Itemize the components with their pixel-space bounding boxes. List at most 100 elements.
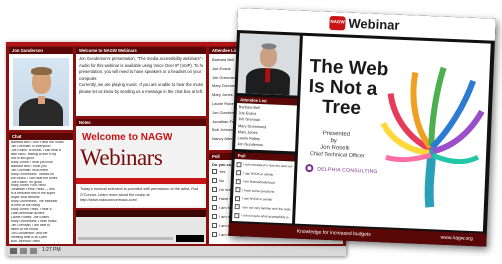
chat-message-text: Jon Gunderson: and the bbox=[11, 231, 48, 235]
chat-message-text: Mary Drummond: I hear music bbox=[11, 220, 57, 224]
poll-checkbox[interactable] bbox=[234, 204, 240, 210]
front-poll-option-text: I am not sure what accessibility is bbox=[241, 213, 289, 220]
attendee-item-text: Laurie Robey bbox=[212, 100, 236, 106]
chat-message-text: meeting time is at 11am bbox=[11, 235, 47, 239]
chat-message: Bob Johnson: hello bbox=[11, 240, 71, 244]
chat-message-text: Barbara Bell: I don't hear the music bbox=[11, 141, 64, 144]
chat-message-text: Jim Grennan: hello there bbox=[11, 168, 49, 172]
mic-icon[interactable] bbox=[10, 248, 17, 254]
poll-checkbox[interactable] bbox=[212, 187, 217, 193]
front-poll-option-text: I have some questions bbox=[242, 187, 275, 194]
chat-message-text: Jonathan Ferris: Hello — this bbox=[11, 188, 55, 192]
presenter-role: Chief Technical Officer bbox=[309, 151, 365, 160]
chat-log[interactable]: Barbara Bell: I don't hear the music Jim … bbox=[9, 140, 73, 244]
nagw-logo-text: NAGW bbox=[330, 18, 345, 25]
poll-checkbox[interactable] bbox=[234, 195, 241, 201]
slides-header: Welcome to NAGW Webinars bbox=[76, 47, 206, 54]
poll-option-text: No bbox=[219, 178, 224, 183]
chat-message-text: listen to the music bbox=[11, 227, 39, 231]
front-attendee-item-text: Jim Grennan bbox=[238, 117, 261, 123]
attendee-item-text: Barbara Bell bbox=[212, 57, 235, 62]
front-presenter-tie bbox=[264, 68, 271, 83]
speaker-icon[interactable] bbox=[20, 248, 27, 254]
music-line-text: O'Connor. Learn more about the music at bbox=[80, 192, 150, 197]
poll-checkbox[interactable] bbox=[212, 223, 217, 229]
company-name: DELPHIA CONSULTING bbox=[317, 166, 378, 175]
intro-line-text: Currently, we are playing music. If you … bbox=[79, 82, 203, 87]
presented-by-2: by bbox=[330, 137, 337, 145]
front-poll-option-text: I use NVDA or similar bbox=[243, 170, 274, 177]
poll-checkbox[interactable] bbox=[212, 205, 217, 211]
chat-message-text: mic is still good' bbox=[11, 156, 35, 160]
intro-text-panel: Jon Gunderson's presentation, "The media… bbox=[76, 54, 206, 116]
media-player bbox=[76, 217, 206, 244]
slide-title-line3: Tree bbox=[321, 96, 362, 120]
front-attendee-item-text: Barbara Bell bbox=[238, 105, 260, 110]
chat-message-text: Barbara Bell: I hear you bbox=[11, 164, 47, 168]
banner-stripe bbox=[76, 178, 206, 184]
chat-message-text: is a tiresome test in the super bbox=[11, 192, 56, 196]
chat-message-text: the music, I can hear the tunes bbox=[11, 176, 58, 180]
attendee-item-text: Mary Jones bbox=[212, 92, 233, 98]
poll-checkbox[interactable] bbox=[234, 212, 240, 218]
intro-line: please let us know by sending us a messa… bbox=[79, 89, 203, 96]
settings-icon[interactable] bbox=[30, 248, 37, 254]
welcome-slide: Welcome to NAGW Webinars Today's musical… bbox=[76, 126, 206, 208]
footer-right: www.nagw.org bbox=[440, 234, 473, 243]
front-poll-option-text: I am interested in how the web works bbox=[243, 162, 293, 169]
front-attendee-item-text: Mary Drummond bbox=[237, 123, 267, 129]
intro-line-text: please let us know by sending us a messa… bbox=[79, 88, 203, 94]
poll-checkbox[interactable] bbox=[236, 161, 242, 167]
front-attendee-item-text: Mary Jones bbox=[237, 129, 258, 135]
poll-checkbox[interactable] bbox=[212, 196, 217, 202]
colorful-tree-graphic bbox=[380, 66, 485, 208]
player-time bbox=[176, 235, 204, 242]
intro-line-text: Audio for this webinar is available usin… bbox=[79, 62, 203, 68]
chat-message-text: Joe Evans: hi music, I can hear a bbox=[11, 148, 61, 152]
poll-checkbox[interactable] bbox=[235, 170, 242, 176]
front-attendee-item-text: Jon Gunderson bbox=[237, 142, 264, 148]
music-line-text: http://www.rodoconnormusic.com/ bbox=[80, 198, 137, 202]
slide-area: The Web Is Not a Tree Presented by Jon R… bbox=[295, 35, 491, 232]
front-attendee-item[interactable]: Jon Gunderson bbox=[237, 141, 293, 150]
poll-checkbox[interactable] bbox=[212, 232, 217, 238]
music-info: Today's musical selection is provided wi… bbox=[78, 186, 204, 206]
front-attendee-list[interactable]: Barbara Bell Joe Evans Jim Grennan Mary Dru… bbox=[235, 103, 297, 152]
intro-line: presentation, you will need to have spea… bbox=[79, 69, 203, 76]
status-time: 1:27 PM bbox=[42, 247, 61, 253]
poll-option-text: Yes bbox=[219, 169, 226, 174]
presenter-header: Jon Gunderson bbox=[9, 47, 73, 54]
nagw-logo-badge: NAGW bbox=[329, 15, 346, 31]
intro-line-text: presentation, you will need to have spea… bbox=[79, 69, 202, 74]
front-attendee-item-text: Joe Evans bbox=[238, 111, 257, 117]
player-progress bbox=[78, 237, 173, 240]
chat-message-text: Jim Grennan: I am able to bbox=[11, 224, 51, 228]
front-poll-option-text: I am not very familiar with the topic bbox=[241, 204, 291, 211]
attendee-item-text: Nancy Allen bbox=[212, 136, 234, 142]
presenter-neck bbox=[38, 96, 45, 104]
front-poll-option-text: I use NVDA or similar bbox=[241, 196, 273, 202]
poll-checkbox[interactable] bbox=[212, 169, 217, 175]
poll-checkbox[interactable] bbox=[235, 178, 241, 184]
intro-line-text: Jon Gunderson's presentation, "The media… bbox=[79, 56, 203, 61]
status-bar: 1:27 PM bbox=[6, 246, 346, 256]
notes-header: Notes bbox=[76, 119, 206, 126]
footer-left: Knowledge for increased budgets bbox=[296, 228, 371, 238]
chat-message-text: duper chat window. bbox=[11, 196, 41, 200]
chat-message-text: Mary Jones: Rod, hello bbox=[11, 184, 46, 188]
presenter-video bbox=[9, 54, 73, 130]
chat-message-text: Laurie Robey: Joe Evans bbox=[11, 216, 49, 220]
chat-message-text: Mary Jones: Hello, I hear a bbox=[11, 208, 52, 212]
chat-message-text: little echo. 'testing to see if my bbox=[11, 152, 57, 156]
intro-line-text: computer. bbox=[79, 75, 98, 81]
presenter-photo bbox=[13, 58, 69, 126]
chat-header: Chat bbox=[9, 133, 73, 140]
attendee-item-text: Joe Evans bbox=[212, 65, 231, 71]
poll-checkbox[interactable] bbox=[235, 187, 241, 193]
poll-checkbox[interactable] bbox=[212, 178, 217, 184]
front-poll-option-text: I am federal/state/local bbox=[242, 179, 275, 185]
front-poll-panel: I am interested in how the web works I us… bbox=[232, 158, 295, 224]
poll-checkbox[interactable] bbox=[212, 214, 217, 220]
front-attendee-item-text: Laurie Robey bbox=[237, 136, 261, 142]
front-poll-option[interactable]: I am not sure what accessibility is bbox=[234, 211, 290, 222]
